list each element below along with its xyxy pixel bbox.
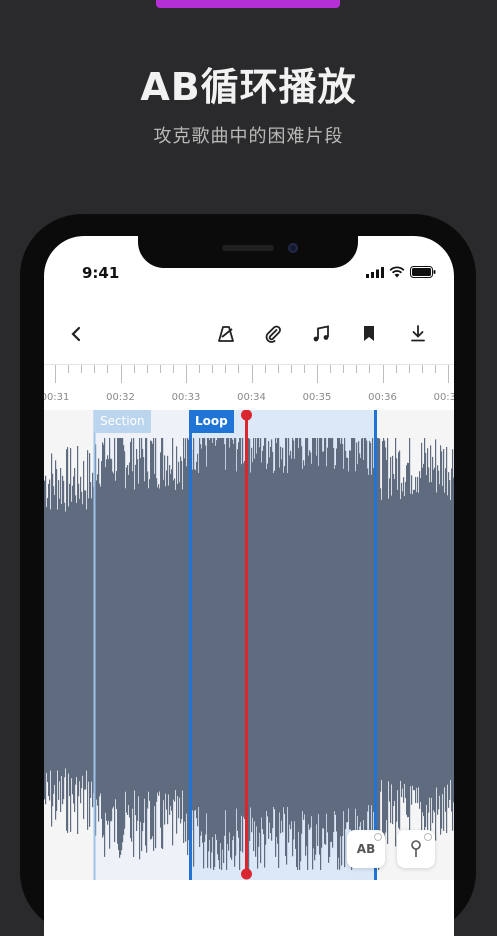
timeline-minor-tick [369, 365, 371, 373]
bookmark-icon [364, 326, 374, 341]
timeline-minor-tick [238, 365, 240, 373]
metronome-icon [218, 326, 234, 342]
waveform-view[interactable]: Section Loop AB [44, 410, 454, 880]
timeline-minor-tick [107, 365, 109, 373]
timeline-tick [382, 365, 384, 383]
timeline-minor-tick [94, 365, 96, 373]
playhead-line [245, 415, 248, 875]
section-marker-line [93, 410, 96, 880]
top-tab-accent [156, 0, 340, 8]
timeline-minor-tick [172, 365, 174, 373]
section-label[interactable]: Section [94, 410, 151, 433]
status-time: 9:41 [82, 264, 120, 282]
timeline-minor-tick [343, 365, 345, 373]
timeline-minor-tick [408, 365, 410, 373]
ab-loop-button[interactable]: AB [347, 830, 385, 868]
promo-subtitle: 攻克歌曲中的困难片段 [153, 126, 344, 147]
ab-badge [374, 833, 382, 841]
timeline-tick [55, 365, 56, 383]
waveform-bar [453, 477, 454, 803]
timeline-ruler[interactable]: 00:31 00:32 00:33 00:34 00:35 00:36 00:37 [44, 364, 454, 412]
timeline-tick [317, 365, 318, 383]
timeline-tick-label: 00:31 [44, 392, 70, 403]
metronome-button[interactable] [214, 322, 238, 346]
wifi-icon [389, 266, 405, 278]
timeline-minor-tick [434, 365, 436, 373]
timeline-minor-tick [81, 365, 83, 373]
timeline-minor-tick [133, 365, 135, 373]
timeline-minor-tick [225, 365, 227, 373]
timeline-tick [448, 365, 449, 383]
attach-icon [265, 325, 281, 343]
timeline-minor-tick [212, 365, 214, 373]
waveform-svg [44, 410, 454, 880]
speaker-grille [222, 245, 274, 251]
phone-screen: 9:41 0:31 00:32 00:33 00:34 00:35 00:36 … [44, 236, 454, 936]
timeline-minor-tick [356, 365, 358, 373]
ab-button-label: AB [356, 842, 376, 856]
playhead-top-knob[interactable] [241, 410, 252, 421]
timeline-minor-tick [159, 365, 161, 373]
phone-notch [138, 214, 358, 268]
timeline-minor-tick [146, 365, 148, 373]
playhead-bottom-knob[interactable] [241, 868, 252, 880]
timeline-tick [120, 365, 122, 383]
bookmark-button[interactable] [357, 322, 381, 346]
timeline-tick [251, 365, 253, 383]
back-icon [71, 326, 81, 342]
loop-start-line [189, 410, 192, 880]
loop-end-line[interactable] [374, 410, 377, 880]
timeline-minor-tick [199, 365, 201, 373]
timeline-tick-label: 00:33 [171, 392, 201, 403]
timeline-tick [186, 365, 187, 383]
toolbar [44, 316, 454, 352]
timeline-minor-tick [68, 365, 70, 373]
front-camera [288, 243, 298, 253]
signal-icon [366, 266, 384, 278]
promo-title: AB循环播放 [140, 65, 357, 109]
waveform-bars [44, 438, 454, 870]
timeline-minor-tick [395, 365, 397, 373]
timeline-minor-tick [290, 365, 292, 373]
pin-icon [411, 840, 421, 857]
timeline-minor-tick [303, 365, 305, 373]
music-note-icon [313, 325, 329, 342]
timeline-minor-tick [330, 365, 332, 373]
timeline-tick-label: 00:35 [302, 392, 332, 403]
timeline-minor-tick [277, 365, 279, 373]
status-icons [366, 266, 436, 278]
battery-icon [410, 266, 436, 278]
loop-label[interactable]: Loop [189, 410, 234, 433]
download-button[interactable] [406, 322, 430, 346]
timeline-minor-tick [264, 365, 266, 373]
music-button[interactable] [309, 322, 333, 346]
timeline-tick-label: 00:36 [368, 392, 397, 403]
pin-badge [424, 833, 432, 841]
timeline-tick-label: 00:37 [433, 392, 454, 403]
timeline-tick-label: 00:32 [106, 392, 135, 403]
timeline-tick-label: 00:34 [237, 392, 266, 403]
attach-button[interactable] [261, 322, 285, 346]
timeline-minor-tick [421, 365, 423, 373]
back-button[interactable] [64, 322, 88, 346]
pin-button[interactable] [397, 830, 435, 868]
download-icon [411, 325, 425, 342]
